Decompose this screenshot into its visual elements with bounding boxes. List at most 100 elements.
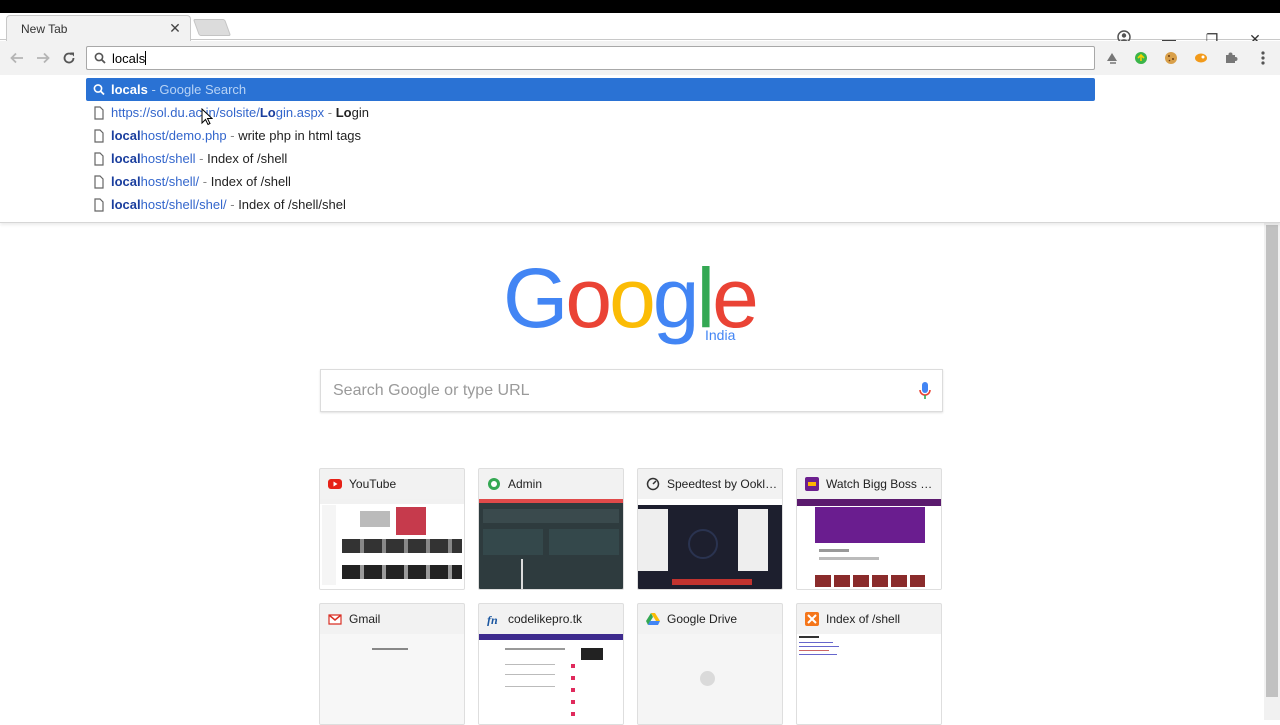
suggestion-description: Index of /shell xyxy=(210,174,291,189)
function-icon: fn xyxy=(487,613,498,626)
tile-thumbnail xyxy=(320,634,464,724)
tab-strip: New Tab ✕ — ❐ ✕ xyxy=(0,13,1280,47)
gmail-icon xyxy=(328,614,342,625)
scrollbar[interactable] xyxy=(1264,223,1280,720)
logo-letter: g xyxy=(652,251,700,345)
google-drive-icon xyxy=(646,613,660,625)
tab-title: New Tab xyxy=(21,22,68,36)
suggestion-url-match: local xyxy=(111,174,141,189)
tile-thumbnail xyxy=(797,634,941,724)
new-tab-button[interactable] xyxy=(192,19,232,36)
suggestion-url-rest: host/demo.php xyxy=(140,128,227,143)
search-icon xyxy=(94,52,106,64)
extension-puzzle-icon[interactable] xyxy=(1222,49,1240,67)
tile-thumbnail xyxy=(797,499,941,589)
suggestion-url-rest: host/shell/ xyxy=(140,174,200,189)
page-icon xyxy=(94,198,104,212)
logo-letter: G xyxy=(503,251,568,345)
tab-new-tab[interactable]: New Tab ✕ xyxy=(6,15,191,41)
speedtest-icon xyxy=(646,477,660,491)
tile-title: Admin xyxy=(508,477,543,491)
suggestion-separator: - xyxy=(147,82,160,97)
logo-letter: o xyxy=(565,251,612,345)
tile-thumbnail xyxy=(479,499,623,589)
svg-text:fn: fn xyxy=(487,613,498,626)
logo-region: India xyxy=(705,327,736,343)
suggestion-url-rest: gin.aspx xyxy=(275,105,325,120)
suggestion-separator: - xyxy=(195,151,208,166)
tab-close-icon[interactable]: ✕ xyxy=(168,20,182,36)
tile-thumbnail xyxy=(320,499,464,589)
suggestion-url-rest: host/shell xyxy=(140,151,196,166)
tile-title: codelikepro.tk xyxy=(508,612,583,626)
cookie-extension-icon[interactable] xyxy=(1162,49,1180,67)
most-visited-tile-admin[interactable]: Admin xyxy=(478,468,624,590)
most-visited-tile-codelikepro[interactable]: fn codelikepro.tk xyxy=(478,603,624,725)
tile-thumbnail xyxy=(479,634,623,724)
extension-gray-icon[interactable] xyxy=(1103,49,1121,67)
suggestion-separator: - xyxy=(324,105,336,120)
address-bar-text[interactable]: locals xyxy=(112,51,147,66)
tile-title: Google Drive xyxy=(667,612,738,626)
address-bar[interactable]: locals xyxy=(86,46,1095,70)
suggestion-url-match: Lo xyxy=(259,105,276,120)
extension-orange-icon[interactable] xyxy=(1192,49,1210,67)
suggestion-google-search[interactable]: locals - Google Search xyxy=(86,78,1095,101)
search-placeholder: Search Google or type URL xyxy=(333,382,530,399)
suggestion-sol-login[interactable]: https://sol.du.ac.in/solsite/Login.aspx … xyxy=(86,101,1095,124)
youtube-icon xyxy=(328,479,342,489)
logo-letter: o xyxy=(609,251,656,345)
suggestion-localhost-shell-shel[interactable]: localhost/shell/shel/ - Index of /shell/… xyxy=(86,193,1095,216)
page-icon xyxy=(94,175,104,189)
suggestion-url-match: local xyxy=(111,151,141,166)
page-icon xyxy=(94,106,104,120)
suggestion-description: Index of /shell/shel xyxy=(238,197,346,212)
page-icon xyxy=(94,129,104,143)
back-button[interactable] xyxy=(7,48,27,68)
scrollbar-thumb[interactable] xyxy=(1266,225,1278,697)
suggestion-url-match: local xyxy=(111,197,141,212)
window-top-edge xyxy=(0,0,1280,13)
suggestion-url: https://sol.du.ac.in/solsite/ xyxy=(111,105,260,120)
suggestion-separator: - xyxy=(199,174,211,189)
extension-green-icon[interactable] xyxy=(1132,49,1150,67)
suggestion-url-rest: host/shell/shel/ xyxy=(140,197,227,212)
admin-icon xyxy=(488,478,500,490)
tile-title: Speedtest by Ookla - The Global Broadban… xyxy=(667,477,779,491)
xampp-icon xyxy=(805,612,819,626)
tile-title: Watch Bigg Boss Season 11 xyxy=(826,477,938,491)
suggestion-desc-match: Lo xyxy=(335,105,352,120)
microphone-icon[interactable] xyxy=(918,381,932,401)
suggestion-url-match: local xyxy=(111,128,141,143)
most-visited-tile-youtube[interactable]: YouTube xyxy=(319,468,465,590)
suggestion-description: Index of /shell xyxy=(207,151,288,166)
suggestion-localhost-shell[interactable]: localhost/shell - Index of /shell xyxy=(86,147,1095,170)
most-visited-tile-index-of-shell[interactable]: Index of /shell xyxy=(796,603,942,725)
suggestion-query: locals xyxy=(111,82,148,97)
mouse-cursor-icon xyxy=(201,108,213,126)
most-visited-tile-speedtest[interactable]: Speedtest by Ookla - The Global Broadban… xyxy=(637,468,783,590)
suggestion-localhost-demo[interactable]: localhost/demo.php - write php in html t… xyxy=(86,124,1095,147)
suggestion-localhost-shell-slash[interactable]: localhost/shell/ - Index of /shell xyxy=(86,170,1095,193)
most-visited-tile-gmail[interactable]: Gmail xyxy=(319,603,465,725)
page-icon xyxy=(94,152,104,166)
omnibox-suggestions: locals - Google Search https://sol.du.ac… xyxy=(0,75,1280,223)
tile-title: YouTube xyxy=(349,477,397,491)
tile-title: Index of /shell xyxy=(826,612,901,626)
tile-thumbnail xyxy=(638,499,782,589)
browser-toolbar: locals xyxy=(0,41,1280,75)
suggestion-description: Google Search xyxy=(159,82,247,97)
forward-button[interactable] xyxy=(33,48,53,68)
suggestion-description: write php in html tags xyxy=(238,128,362,143)
ntp-search-box[interactable]: Search Google or type URL xyxy=(320,369,943,412)
most-visited-tile-bigg-boss[interactable]: Watch Bigg Boss Season 11 xyxy=(796,468,942,590)
menu-icon[interactable] xyxy=(1254,49,1272,67)
suggestion-separator: - xyxy=(226,128,239,143)
reload-button[interactable] xyxy=(59,48,79,68)
voot-icon xyxy=(805,477,819,491)
tile-thumbnail xyxy=(638,634,782,724)
tile-title: Gmail xyxy=(349,612,381,626)
search-icon xyxy=(93,84,105,96)
suggestion-description: gin xyxy=(351,105,369,120)
most-visited-tile-google-drive[interactable]: Google Drive xyxy=(637,603,783,725)
